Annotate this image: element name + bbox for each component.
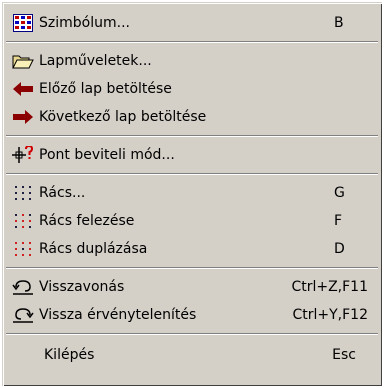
menu-item-sheet-operations[interactable]: Lapműveletek... — [6, 47, 378, 75]
menu-item-label: Pont beviteli mód... — [39, 147, 175, 163]
grid-half-icon — [12, 212, 34, 230]
context-menu: Szimbólum... B Lapműveletek... Előző lap… — [2, 2, 382, 386]
menu-item-symbol[interactable]: Szimbólum... B — [6, 9, 378, 37]
arrow-right-icon — [12, 108, 34, 126]
menu-separator — [6, 267, 378, 269]
menu-item-shortcut: Ctrl+Y,F12 — [292, 307, 368, 323]
menu-item-shortcut: Ctrl+Z,F11 — [291, 279, 368, 295]
menu-separator — [6, 41, 378, 43]
menu-item-label: Visszavonás — [39, 279, 125, 295]
point-input-mode-icon — [12, 146, 34, 164]
menu-item-load-previous-sheet[interactable]: Előző lap betöltése — [6, 75, 378, 103]
menu-separator — [6, 135, 378, 137]
arrow-left-icon — [12, 80, 34, 98]
menu-item-grid[interactable]: Rács... G — [6, 179, 378, 207]
menu-item-load-next-sheet[interactable]: Következő lap betöltése — [6, 103, 378, 131]
menu-item-grid-halve[interactable]: Rács felezése F — [6, 207, 378, 235]
menu-item-label: Szimbólum... — [39, 15, 130, 31]
menu-separator — [6, 173, 378, 175]
symbol-grid-icon — [12, 14, 34, 32]
menu-item-label: Lapműveletek... — [39, 53, 152, 69]
menu-item-label: Kilépés — [44, 347, 95, 363]
menu-item-shortcut: F — [334, 213, 343, 229]
menu-item-shortcut: D — [334, 241, 345, 257]
grid-double-icon — [12, 240, 34, 258]
menu-item-label: Vissza érvénytelenítés — [39, 307, 197, 323]
menu-item-grid-double[interactable]: Rács duplázása D — [6, 235, 378, 263]
menu-item-shortcut: Esc — [332, 347, 356, 363]
menu-item-label: Következő lap betöltése — [39, 109, 207, 125]
menu-item-label: Rács felezése — [39, 213, 135, 229]
menu-item-label: Rács... — [39, 185, 86, 201]
undo-icon — [12, 278, 34, 296]
menu-item-undo[interactable]: Visszavonás Ctrl+Z,F11 — [6, 273, 378, 301]
menu-item-label: Előző lap betöltése — [39, 81, 172, 97]
open-folder-icon — [12, 52, 34, 70]
menu-item-shortcut: G — [334, 185, 345, 201]
menu-item-redo[interactable]: Vissza érvénytelenítés Ctrl+Y,F12 — [6, 301, 378, 329]
menu-item-label: Rács duplázása — [39, 241, 148, 257]
menu-item-exit[interactable]: Kilépés Esc — [6, 341, 378, 369]
menu-item-shortcut: B — [334, 15, 344, 31]
redo-icon — [12, 306, 34, 324]
menu-separator — [6, 333, 378, 335]
menu-item-point-input-mode[interactable]: Pont beviteli mód... — [6, 141, 378, 169]
grid-dots-icon — [12, 184, 34, 202]
